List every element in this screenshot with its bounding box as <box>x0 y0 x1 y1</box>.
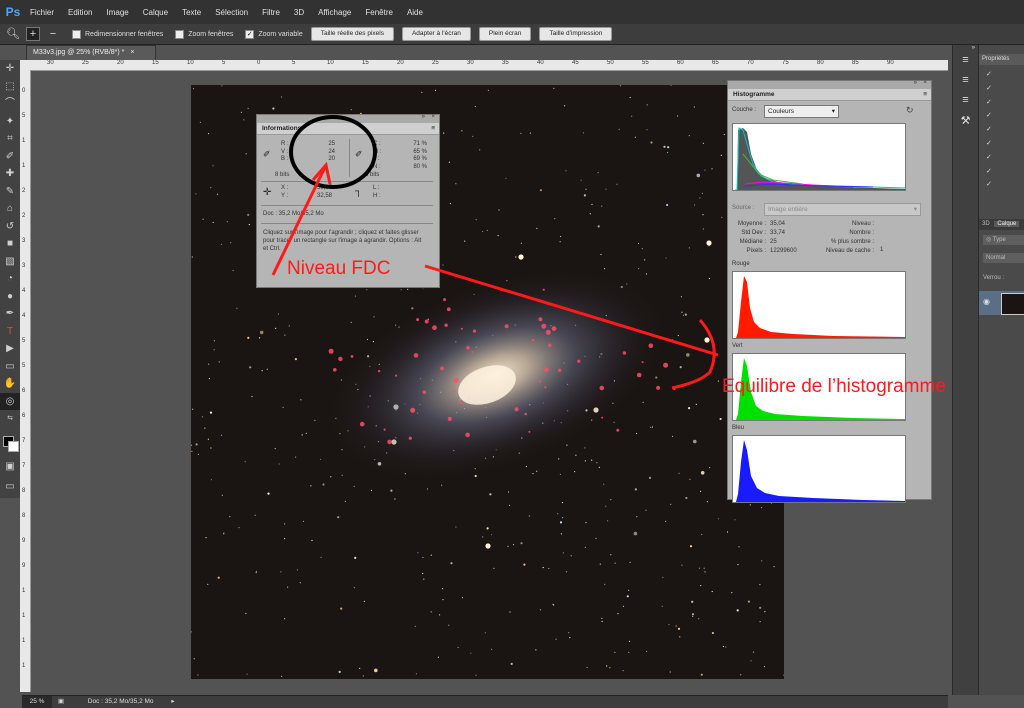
status-doc-size: Doc : 35,2 Mo/35,2 Mo <box>87 698 154 705</box>
annotation-bracket <box>671 319 716 390</box>
check-icon[interactable]: ✓ <box>986 165 1024 179</box>
annotation-equilibre: Equilibre de l’histogramme <box>722 376 946 397</box>
layer-thumbnail <box>1001 293 1024 315</box>
annotation-arrow-right <box>424 264 719 357</box>
blend-mode-select[interactable]: Normal <box>983 253 1024 263</box>
check-icon[interactable]: ✓ <box>986 178 1024 192</box>
tools-icon[interactable]: ⚒ <box>953 114 978 134</box>
properties-list: ✓ ✓ ✓ ✓ ✓ ✓ ✓ ✓ ✓ <box>979 65 1024 192</box>
dock-tool-icon[interactable]: ≡ <box>953 54 978 74</box>
check-icon[interactable]: ✓ <box>986 96 1024 110</box>
right-dock: Propriétés ✓ ✓ ✓ ✓ ✓ ✓ ✓ ✓ ✓ 3D Calque ◎… <box>978 45 1024 695</box>
kind-label: Type <box>992 237 1006 243</box>
eye-icon[interactable]: ◉ <box>983 297 990 306</box>
layers-tabs: 3D Calque <box>979 219 1024 230</box>
kind-filter[interactable]: ◎ Type <box>983 235 1024 245</box>
panel-dock-icons: » ≡ ≡ ≡ ⚒ <box>952 45 978 695</box>
highlight-circle <box>289 115 377 189</box>
tab-layers[interactable]: Calque <box>994 221 1020 227</box>
status-bar: 25 % ▣ Doc : 35,2 Mo/35,2 Mo ▸ <box>22 695 948 708</box>
zoom-level[interactable]: 25 % <box>22 696 52 708</box>
tab-3d[interactable]: 3D <box>979 221 993 227</box>
layer-row[interactable]: ◉ <box>979 291 1024 315</box>
check-icon[interactable]: ✓ <box>986 68 1024 82</box>
annotation-overlay <box>271 115 719 390</box>
check-icon[interactable]: ✓ <box>986 151 1024 165</box>
annotation-niveau: Niveau FDC <box>287 258 391 279</box>
properties-tab[interactable]: Propriétés <box>979 54 1024 65</box>
check-icon[interactable]: ✓ <box>986 109 1024 123</box>
dock-collapse-icon[interactable]: » <box>953 45 978 54</box>
search-icon: ◎ <box>986 237 992 243</box>
check-icon[interactable]: ✓ <box>986 82 1024 96</box>
check-icon[interactable]: ✓ <box>986 137 1024 151</box>
layers-icon[interactable]: ≡ <box>953 94 978 114</box>
lock-label: Verrou : <box>983 275 1005 281</box>
adjustments-icon[interactable]: ≡ <box>953 74 978 94</box>
check-icon[interactable]: ✓ <box>986 123 1024 137</box>
status-arrow-icon[interactable]: ▸ <box>171 698 174 705</box>
status-menu-icon[interactable]: ▣ <box>58 698 64 705</box>
